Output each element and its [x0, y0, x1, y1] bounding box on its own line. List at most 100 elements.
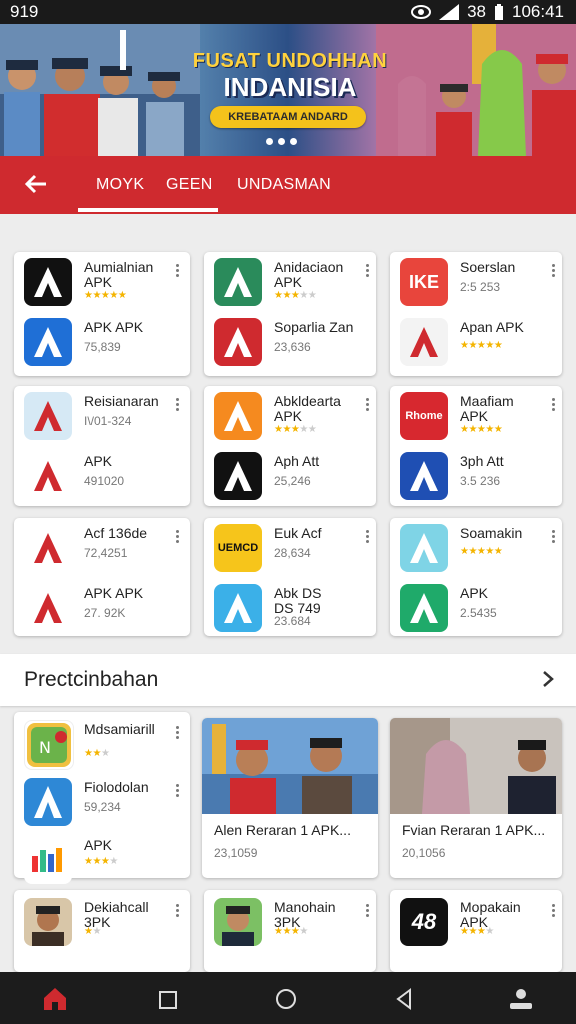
app-icon: IKE — [400, 258, 448, 306]
more-vert-icon[interactable] — [552, 398, 556, 412]
more-vert-icon[interactable] — [552, 904, 556, 918]
app-icon — [400, 584, 448, 632]
app-card: Aumialnian APK ★★★★★ APK APK 75,839 — [14, 252, 190, 376]
app-item[interactable]: APK APK 75,839 — [24, 318, 194, 374]
recents-icon[interactable] — [158, 990, 178, 1015]
signal-icon — [439, 4, 460, 20]
section-header[interactable]: Prectcinbahan — [0, 654, 576, 706]
tab-bar: MOYK GEEN UNDASMAN — [0, 156, 576, 214]
list-item[interactable]: APK ★★★★ — [24, 836, 194, 892]
app-item[interactable]: Anidaciaon APK ★★★★★ — [214, 258, 384, 314]
list-item[interactable]: N Mdsamiarill ★★★ — [24, 720, 194, 776]
more-vert-icon[interactable] — [552, 530, 556, 544]
app-icon — [400, 452, 448, 500]
download-count: 2.5435 — [460, 606, 497, 620]
more-vert-icon[interactable] — [176, 398, 180, 412]
app-name: Aumialnian APK — [84, 259, 154, 290]
app-name: Soparlia Zan — [274, 319, 354, 335]
app-icon — [24, 258, 72, 306]
app-item[interactable]: Apan APK ★★★★★ — [400, 318, 570, 374]
app-item[interactable]: Abkldearta APK ★★★★★ — [214, 392, 384, 448]
app-item[interactable]: 48 Mopakain APK ★★★★ — [400, 898, 570, 954]
app-name: APK — [460, 585, 489, 601]
app-card: 48 Mopakain APK ★★★★ — [390, 890, 562, 972]
banner-pager-dots[interactable] — [266, 138, 297, 145]
app-item[interactable]: Soparlia Zan 23,636 — [214, 318, 384, 374]
download-count: 491020 — [84, 474, 125, 488]
app-item[interactable]: IKE Soerslan 2:5 253 — [400, 258, 570, 314]
download-count: 75,839 — [84, 340, 121, 354]
app-item[interactable]: Acf 136de 72,4251 — [24, 524, 194, 580]
app-item[interactable]: APK APK 27. 92K — [24, 584, 194, 640]
banner-cta-button[interactable]: KREBATAAM ANDARD — [210, 106, 366, 128]
app-icon — [214, 258, 262, 306]
promo-count: 23,1059 — [214, 846, 258, 860]
app-item[interactable]: Abk DS DS 749 23.684 — [214, 584, 384, 640]
app-item[interactable]: Reisianaran I\/01-324 — [24, 392, 194, 448]
app-item[interactable]: Manohain 3PK ★★★★ — [214, 898, 384, 954]
promo-card[interactable]: Fvian Reraran 1 APK... 20,1056 — [390, 718, 562, 878]
status-time: 919 — [10, 2, 39, 21]
app-item[interactable]: APK 491020 — [24, 452, 194, 508]
app-name: APK APK — [84, 585, 144, 601]
app-card: Rhome Maafiam APK ★★★★★ 3ph Att 3.5 236 — [390, 386, 562, 506]
back-arrow-icon[interactable] — [22, 170, 50, 198]
app-card: UEMCD Euk Acf 28,634 Abk DS DS 749 23.684 — [204, 518, 376, 636]
rating-stars: ★★★★★ — [274, 290, 317, 301]
app-item[interactable]: Aph Att 25,246 — [214, 452, 384, 508]
more-vert-icon[interactable] — [176, 530, 180, 544]
svg-text:N: N — [39, 738, 51, 757]
app-icon — [400, 524, 448, 572]
home-icon[interactable] — [42, 986, 68, 1017]
circle-home-icon[interactable] — [275, 988, 297, 1015]
rating-stars: ★★ — [84, 926, 101, 937]
more-vert-icon[interactable] — [366, 264, 370, 278]
app-item[interactable]: UEMCD Euk Acf 28,634 — [214, 524, 384, 580]
more-vert-icon[interactable] — [176, 264, 180, 278]
app-item[interactable]: APK 2.5435 — [400, 584, 570, 640]
back-triangle-icon[interactable] — [394, 988, 414, 1015]
app-name: Soamakin — [460, 525, 523, 541]
app-name: Anidaciaon APK — [274, 259, 344, 290]
app-name: Abk DS DS 749 — [274, 585, 322, 616]
list-item[interactable]: Fiolodolan 59,234 — [24, 778, 194, 834]
promo-title: Fvian Reraran 1 APK... — [402, 822, 546, 838]
more-vert-icon[interactable] — [176, 726, 180, 740]
app-name: Aph Att — [274, 453, 320, 469]
chevron-right-icon[interactable] — [542, 670, 554, 688]
tab-undasman[interactable]: UNDASMAN — [237, 176, 331, 194]
tab-geen[interactable]: GEEN — [166, 176, 213, 194]
download-count: 2:5 253 — [460, 280, 501, 294]
app-item[interactable]: Rhome Maafiam APK ★★★★★ — [400, 392, 570, 448]
rating-stars: ★★★★ — [84, 856, 118, 867]
more-vert-icon[interactable] — [366, 530, 370, 544]
app-icon: UEMCD — [214, 524, 262, 572]
tab-moyk[interactable]: MOYK — [96, 176, 144, 194]
app-item[interactable]: Soamakin ★★★★★ — [400, 524, 570, 580]
more-vert-icon[interactable] — [176, 904, 180, 918]
system-nav-bar — [0, 972, 576, 1024]
more-vert-icon[interactable] — [366, 904, 370, 918]
app-name: Soerslan — [460, 259, 516, 275]
app-item[interactable]: Dekiahcall 3PK ★★ — [24, 898, 194, 954]
download-count: 23,636 — [274, 340, 311, 354]
app-card: Manohain 3PK ★★★★ — [204, 890, 376, 972]
app-item[interactable]: Aumialnian APK ★★★★★ — [24, 258, 194, 314]
promo-card[interactable]: Alen Reraran 1 APK... 23,1059 — [202, 718, 378, 878]
more-vert-icon[interactable] — [366, 398, 370, 412]
more-vert-icon[interactable] — [176, 784, 180, 798]
app-icon — [24, 778, 72, 826]
app-name: Apan APK — [460, 319, 524, 335]
app-icon — [24, 524, 72, 572]
app-icon — [24, 584, 72, 632]
app-icon — [24, 392, 72, 440]
battery-icon — [495, 4, 503, 20]
app-icon — [214, 392, 262, 440]
app-icon — [24, 898, 72, 946]
app-item[interactable]: 3ph Att 3.5 236 — [400, 452, 570, 508]
app-icon — [214, 584, 262, 632]
more-vert-icon[interactable] — [552, 264, 556, 278]
promo-banner[interactable]: FUSAT UNDOHHAN INDANISIA KREBATAAM ANDAR… — [0, 24, 576, 156]
account-icon[interactable] — [508, 988, 534, 1015]
app-name: Fiolodolan — [84, 779, 149, 795]
